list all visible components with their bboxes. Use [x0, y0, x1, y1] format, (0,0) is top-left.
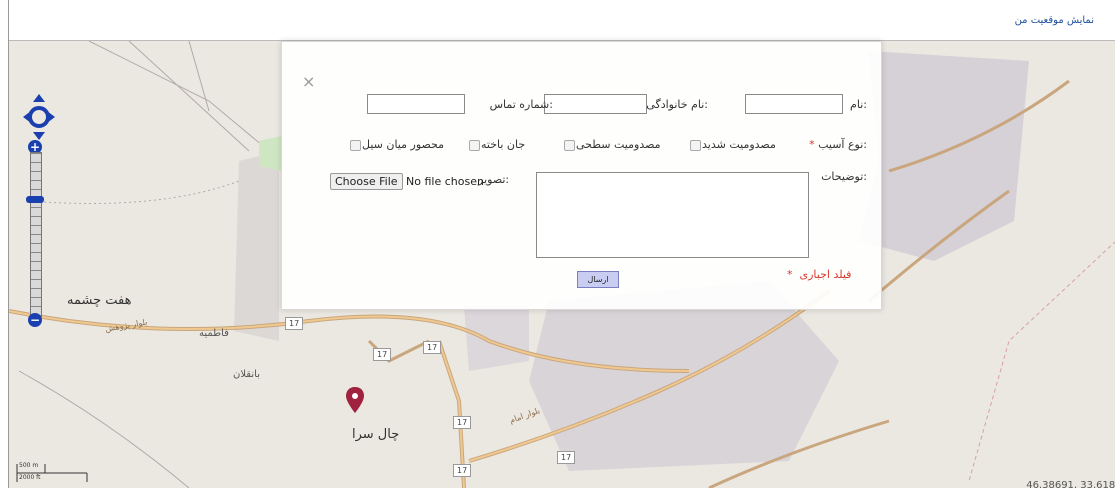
road-number-sign: 17 — [373, 348, 392, 361]
zoom-slider-handle[interactable] — [26, 196, 44, 203]
app-frame: نمایش موقعیت من هفت چشمه فاطمیه بانقلان … — [8, 0, 1115, 488]
submit-button[interactable]: ارسال — [577, 271, 619, 288]
description-label: توضیحات: — [821, 170, 867, 183]
urban-area — [464, 306, 529, 371]
road-number-sign: 17 — [557, 451, 576, 464]
option-severe-checkbox[interactable] — [690, 140, 701, 151]
scale-imperial: 2000 ft — [19, 474, 41, 481]
map-label-banqalan: بانقلان — [233, 369, 260, 380]
road-number-sign: 17 — [453, 416, 472, 429]
map-label-fatemieh: فاطمیه — [199, 328, 229, 339]
description-textarea[interactable] — [536, 172, 809, 258]
mouse-coordinates: 46.38691, 33.61807 — [1026, 480, 1115, 488]
family-label: نام خانوادگی: — [646, 98, 708, 111]
option-trapped-label: محصور میان سیل — [362, 138, 445, 151]
family-input[interactable] — [544, 94, 647, 114]
zoom-control: + − — [26, 140, 44, 327]
name-input[interactable] — [745, 94, 843, 114]
zoom-slider-track[interactable] — [30, 152, 42, 317]
urban-area — [859, 51, 1029, 261]
rail-line — [28, 180, 240, 204]
choose-file-button[interactable]: Choose File — [330, 173, 403, 190]
road-number-sign: 17 — [423, 341, 442, 354]
road-number-sign: 17 — [285, 317, 304, 330]
no-file-text: No file chosen — [406, 175, 484, 188]
required-field-note: فیلد اجباری * — [787, 268, 852, 281]
close-icon[interactable]: × — [302, 72, 315, 91]
boundary-line — [968, 241, 1115, 482]
option-deceased-checkbox[interactable] — [469, 140, 480, 151]
pan-control-icon[interactable] — [23, 94, 55, 140]
map-label-chal-sara: چال سرا — [352, 427, 400, 442]
park — [259, 136, 281, 171]
option-deceased-label: جان باخته — [481, 138, 526, 151]
option-severe-label: مصدومیت شدید — [702, 138, 776, 151]
file-chooser: Choose File No file chosen — [330, 173, 484, 190]
road-number-sign: 17 — [453, 464, 472, 477]
name-label: نام: — [850, 98, 867, 111]
scale-bar: 500 m 2000 ft — [15, 462, 95, 484]
scale-metric: 500 m — [19, 462, 39, 469]
show-my-location-link[interactable]: نمایش موقعیت من — [1015, 15, 1094, 26]
location-pin-icon[interactable] — [346, 387, 364, 413]
zoom-out-button[interactable]: − — [28, 313, 42, 327]
damage-report-form: × نام: نام خانوادگی: شماره تماس: * نوع آ… — [281, 41, 882, 310]
header-bar: نمایش موقعیت من — [9, 0, 1115, 41]
map-label-haft-cheshmeh: هفت چشمه — [67, 293, 132, 308]
option-superficial-checkbox[interactable] — [564, 140, 575, 151]
urban-area — [234, 151, 279, 341]
street — [88, 41, 270, 152]
option-superficial-label: مصدومیت سطحی — [576, 138, 661, 151]
phone-input[interactable] — [367, 94, 465, 114]
phone-label: شماره تماس: — [489, 98, 553, 111]
damage-type-label: * نوع آسیب: — [809, 138, 867, 151]
option-trapped-checkbox[interactable] — [350, 140, 361, 151]
